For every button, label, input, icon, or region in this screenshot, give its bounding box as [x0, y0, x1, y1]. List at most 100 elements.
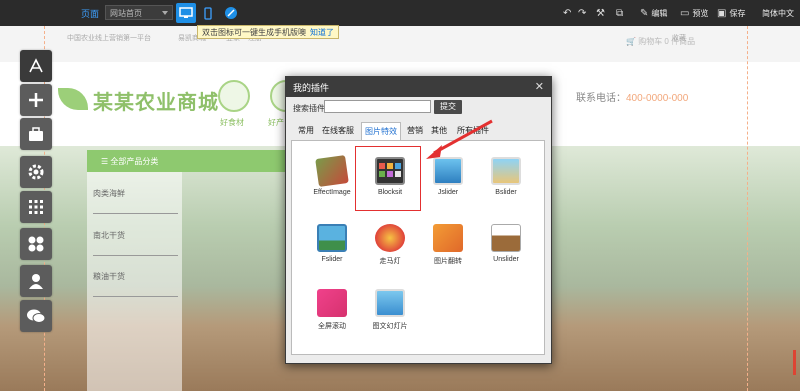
tab-online-service[interactable]: 在线客服 — [318, 122, 358, 140]
wechat-icon — [27, 309, 46, 323]
tooltip-dismiss-link[interactable]: 知道了 — [310, 28, 334, 37]
category-menu-item[interactable]: 肉类海鲜 — [93, 188, 178, 214]
tooltip-text: 双击图标可一键生成手机版噢 — [202, 28, 306, 37]
app-store-button[interactable] — [20, 50, 52, 82]
edit-label: 编辑 — [651, 8, 668, 18]
site-logo[interactable]: 某某农业商城 — [93, 86, 219, 115]
save-button[interactable]: ▣ 保存 — [717, 0, 745, 26]
language-label: 简体中文 — [762, 8, 794, 18]
plugin-fslider[interactable]: Fslider — [304, 224, 360, 263]
unslider-icon — [491, 224, 521, 252]
edit-button[interactable]: ✎ 编辑 — [640, 0, 667, 26]
category-icon-food[interactable] — [218, 80, 250, 112]
phone-icon — [204, 6, 212, 20]
plugin-tabs: 常用 在线客服 图片特效 营销 其他 所有插件 — [291, 122, 545, 140]
page-select-value: 网站首页 — [110, 9, 142, 18]
dialog-header: 我的插件 ✕ — [286, 77, 551, 97]
undo-icon: ↶ — [563, 7, 572, 19]
fullscreen-scroll-icon — [317, 289, 347, 317]
hotline: 联系电话：400-0000-000 — [576, 89, 688, 104]
preview-label: 预览 — [692, 8, 709, 18]
site-slogan: 中国农业线上营销第一平台 — [67, 35, 151, 42]
plugin-search-input[interactable] — [324, 100, 431, 113]
desktop-view-button[interactable] — [176, 3, 196, 23]
plugin-label: 图片翻转 — [434, 258, 462, 265]
close-icon[interactable]: ✕ — [535, 80, 544, 93]
copy-button[interactable]: ⧉ — [616, 0, 626, 26]
preview-button[interactable]: ▭ 预览 — [680, 0, 708, 26]
dialog-body: 搜索插件 提交 常用 在线客服 图片特效 营销 其他 所有插件 EffectIm… — [286, 97, 551, 363]
category-menu-title-label: 全部产品分类 — [110, 157, 159, 166]
chat-button[interactable] — [20, 300, 52, 332]
user-icon — [29, 274, 43, 289]
grid-layout-button[interactable] — [20, 191, 52, 223]
save-icon: ▣ — [717, 7, 727, 19]
editor-toolbar: 页面 网站首页 ↶ ↷ ⚒ ⧉ ✎ 编辑 ▭ 预览 ▣ 保存 简体中文 — [0, 0, 800, 26]
link-icon — [225, 7, 237, 19]
plugin-label: Unslider — [493, 256, 519, 263]
cart-label: 购物车 0 件商品 — [638, 37, 696, 46]
image-flip-icon — [433, 224, 463, 252]
edit-icon: ✎ — [640, 7, 649, 19]
guide-line-right — [747, 26, 748, 391]
format-brush-button[interactable]: ⚒ — [596, 0, 608, 26]
category-label-food: 好食材 — [220, 118, 244, 127]
tab-common[interactable]: 常用 — [295, 122, 317, 140]
redo-icon: ↷ — [578, 7, 587, 19]
category-menu-title[interactable]: ☰ 全部产品分类 — [87, 150, 287, 172]
hotline-label: 联系电话： — [576, 93, 626, 104]
grid-icon — [29, 200, 43, 214]
mobile-view-button[interactable] — [198, 3, 218, 23]
settings-button[interactable] — [20, 156, 52, 188]
page-label: 页面 — [81, 9, 100, 19]
app-store-icon — [29, 58, 43, 73]
redo-button[interactable]: ↷ — [578, 0, 589, 26]
plugin-label: Fslider — [321, 256, 343, 263]
plugin-effectimage[interactable]: EffectImage — [304, 155, 360, 196]
cart-icon: 🛒 — [626, 37, 636, 46]
highlight-box — [355, 146, 421, 211]
plugin-label: Jslider — [437, 189, 459, 196]
plugin-image-text-slideshow[interactable]: 图文幻灯片 — [362, 289, 418, 331]
mobile-tooltip: 双击图标可一键生成手机版噢 知道了 — [197, 25, 339, 39]
plugin-label: 全屏滚动 — [318, 323, 346, 330]
plugin-label: 走马灯 — [379, 258, 401, 265]
toolbox-icon — [29, 127, 43, 141]
plugin-unslider[interactable]: Unslider — [478, 224, 534, 263]
search-submit-button[interactable]: 提交 — [434, 100, 462, 114]
hotline-number: 400-0000-000 — [626, 93, 689, 104]
plugin-image-flip[interactable]: 图片翻转 — [420, 224, 476, 266]
plugin-fullscreen-scroll[interactable]: 全屏滚动 — [304, 289, 360, 331]
language-select[interactable]: 简体中文 — [762, 0, 794, 26]
plugin-label: 图文幻灯片 — [372, 323, 408, 330]
page-select[interactable]: 网站首页 — [105, 5, 173, 20]
lantern-icon — [375, 224, 405, 252]
scroll-indicator — [793, 350, 796, 375]
undo-button[interactable]: ↶ — [563, 0, 574, 26]
link-button[interactable] — [221, 3, 241, 23]
plugin-label: EffectImage — [313, 189, 351, 196]
category-menu-item[interactable]: 南北干货 — [93, 230, 178, 256]
red-arrow-icon — [426, 119, 493, 159]
tab-image-effects[interactable]: 图片特效 — [361, 122, 401, 140]
toolbox-button[interactable] — [20, 118, 52, 150]
plugin-label: Bslider — [495, 189, 517, 196]
dialog-title: 我的插件 — [293, 83, 330, 93]
save-label: 保存 — [729, 8, 746, 18]
modules-button[interactable] — [20, 228, 52, 260]
category-label-produce: 好产 — [268, 118, 284, 127]
monitor-icon — [179, 7, 193, 18]
modules-icon — [28, 236, 44, 252]
plugin-marquee[interactable]: 走马灯 — [362, 224, 418, 266]
slideshow-icon — [375, 289, 405, 317]
member-button[interactable] — [20, 265, 52, 297]
my-plugins-dialog: 我的插件 ✕ 搜索插件 提交 常用 在线客服 图片特效 营销 其他 所有插件 E… — [285, 76, 552, 364]
preview-icon: ▭ — [680, 7, 690, 19]
favorite-link[interactable]: 收藏 — [672, 33, 686, 43]
gear-icon — [28, 164, 44, 180]
chevron-down-icon — [162, 11, 168, 15]
brush-icon: ⚒ — [596, 7, 605, 19]
category-menu-item[interactable]: 粮油干货 — [93, 271, 178, 297]
add-element-button[interactable] — [20, 84, 52, 116]
fslider-icon — [317, 224, 347, 252]
